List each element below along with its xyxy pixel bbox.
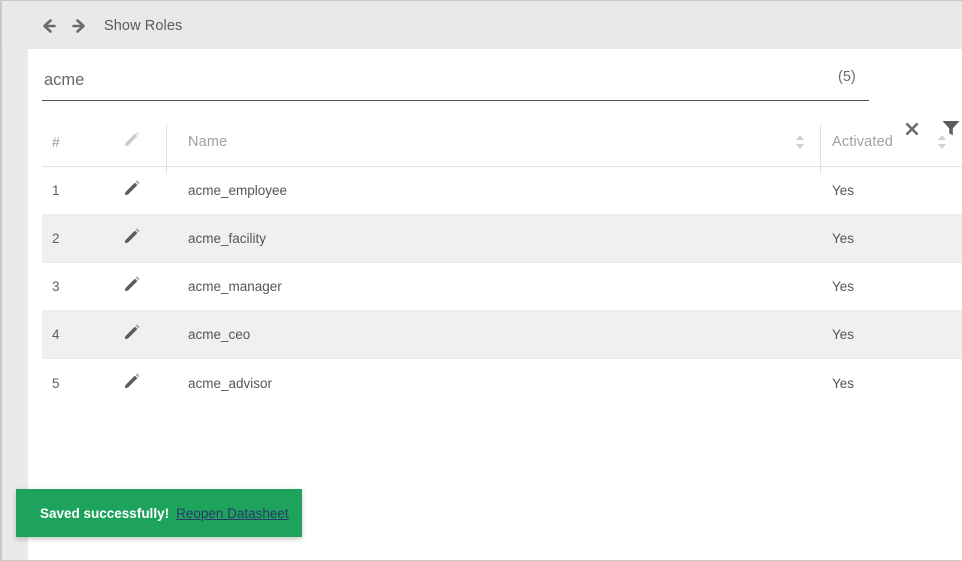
row-number: 4 — [42, 327, 98, 342]
table-row[interactable]: 3 acme_manager Yes — [42, 263, 962, 311]
roles-table: # Name — [42, 117, 962, 407]
column-header-name-label: Name — [188, 134, 227, 150]
sort-toggle-name-icon[interactable] — [794, 132, 806, 152]
page-title: Show Roles — [104, 18, 182, 34]
result-count: (5) — [838, 69, 856, 85]
column-header-number: # — [42, 134, 98, 150]
edit-row-button[interactable] — [98, 178, 166, 203]
search-input[interactable] — [42, 61, 869, 99]
toast-message: Saved successfully! — [40, 506, 169, 521]
toast-notification: Saved successfully! Reopen Datasheet — [16, 489, 302, 537]
row-name: acme_employee — [166, 183, 820, 198]
column-header-name[interactable]: Name — [166, 134, 820, 150]
row-number: 2 — [42, 231, 98, 246]
row-activated: Yes — [820, 279, 962, 294]
column-header-activated-label: Activated — [832, 134, 893, 150]
reopen-datasheet-link[interactable]: Reopen Datasheet — [176, 506, 289, 521]
table-row[interactable]: 5 acme_advisor Yes — [42, 359, 962, 407]
search-row: (5) — [28, 49, 962, 113]
row-activated: Yes — [820, 327, 962, 342]
row-activated: Yes — [820, 183, 962, 198]
table-header-row: # Name — [42, 117, 962, 167]
row-number: 3 — [42, 279, 98, 294]
sort-toggle-activated-icon[interactable] — [936, 132, 948, 152]
table-row[interactable]: 4 acme_ceo Yes — [42, 311, 962, 359]
pencil-icon[interactable] — [122, 178, 142, 203]
row-name: acme_ceo — [166, 327, 820, 342]
pencil-icon[interactable] — [122, 322, 142, 347]
edit-row-button[interactable] — [98, 274, 166, 299]
pencil-icon — [122, 129, 142, 154]
row-number: 5 — [42, 376, 98, 391]
app-window: Show Roles (5) # — [0, 0, 962, 561]
table-row[interactable]: 2 acme_facility Yes — [42, 215, 962, 263]
column-header-edit — [98, 129, 166, 154]
row-name: acme_facility — [166, 231, 820, 246]
edit-row-button[interactable] — [98, 371, 166, 396]
row-number: 1 — [42, 183, 98, 198]
row-name: acme_advisor — [166, 376, 820, 391]
table-row[interactable]: 1 acme_employee Yes — [42, 167, 962, 215]
edit-row-button[interactable] — [98, 322, 166, 347]
column-header-number-label: # — [52, 134, 60, 150]
row-activated: Yes — [820, 231, 962, 246]
arrow-left-icon[interactable] — [38, 15, 60, 37]
row-name: acme_manager — [166, 279, 820, 294]
top-toolbar: Show Roles — [4, 2, 962, 49]
column-header-activated[interactable]: Activated — [820, 134, 962, 150]
arrow-right-icon[interactable] — [68, 15, 90, 37]
pencil-icon[interactable] — [122, 226, 142, 251]
pencil-icon[interactable] — [122, 274, 142, 299]
row-activated: Yes — [820, 376, 962, 391]
edit-row-button[interactable] — [98, 226, 166, 251]
pencil-icon[interactable] — [122, 371, 142, 396]
content-card: (5) # — [28, 49, 962, 561]
search-field[interactable] — [42, 61, 869, 101]
